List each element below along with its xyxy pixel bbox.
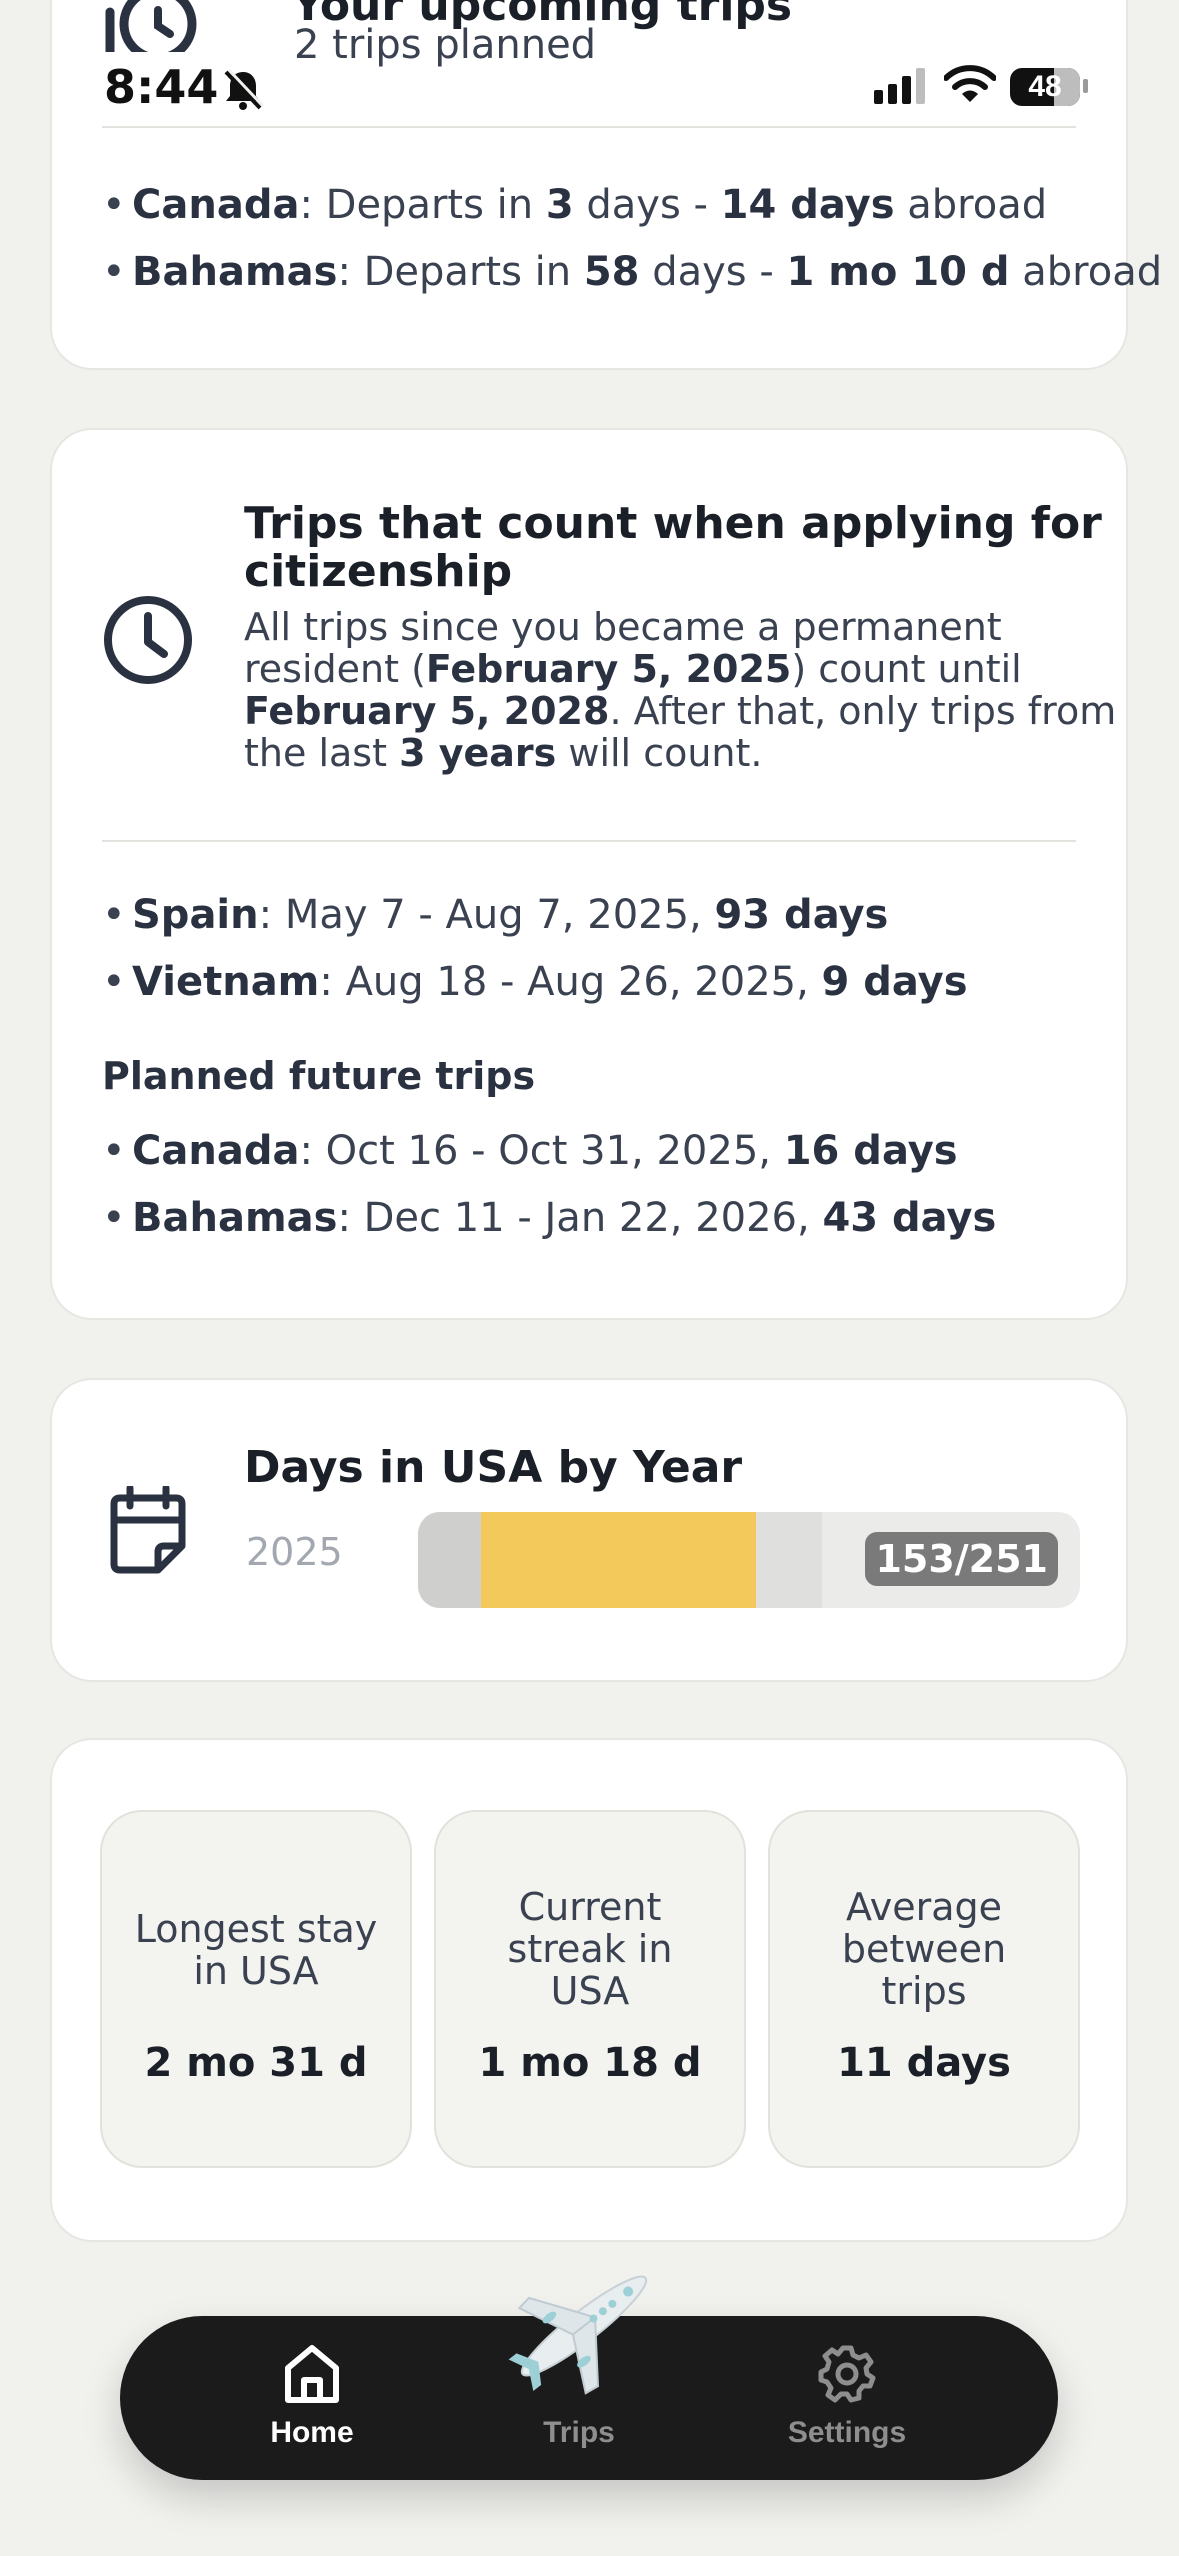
year-label: 2025 xyxy=(246,1530,343,1574)
days-in-usa-card[interactable]: Days in USA by Year 2025 153/251 xyxy=(50,1378,1128,1682)
future-trip-item: • Bahamas: Dec 11 - Jan 22, 2026, 43 days xyxy=(102,1195,997,1241)
nav-trips-label: Trips xyxy=(543,2416,615,2449)
days-count-badge: 153/251 xyxy=(865,1532,1058,1586)
nav-settings[interactable]: Settings xyxy=(747,2316,947,2480)
plane-icon[interactable] xyxy=(500,2246,668,2406)
battery-indicator: 48 xyxy=(1010,68,1080,106)
status-bar: 8:44 48 xyxy=(0,48,1179,128)
nav-home-label: Home xyxy=(270,2416,354,2449)
divider xyxy=(102,840,1076,842)
average-between-trips-stat: Average between trips 11 days xyxy=(768,1810,1080,2168)
citizenship-trips-card[interactable]: Trips that count when applying for citiz… xyxy=(50,428,1128,1320)
in-usa-segment xyxy=(481,1512,756,1608)
past-trip-item: • Vietnam: Aug 18 - Aug 26, 2025, 9 days xyxy=(102,959,968,1005)
current-streak-stat: Current streak in USA 1 mo 18 d xyxy=(434,1810,746,2168)
cellular-signal-icon xyxy=(874,68,925,104)
wifi-icon xyxy=(944,65,996,102)
upcoming-trip-item: • Bahamas: Departs in 58 days - 1 mo 10 d… xyxy=(102,249,1163,295)
abroad-segment xyxy=(418,1512,481,1608)
longest-stay-stat: Longest stay in USA 2 mo 31 d xyxy=(100,1810,412,2168)
days-in-usa-title: Days in USA by Year xyxy=(244,1442,743,1493)
stat-value: 1 mo 18 d xyxy=(478,2040,702,2086)
upcoming-trip-item: • Canada: Departs in 3 days - 14 days abr… xyxy=(102,182,1048,228)
clock-icon xyxy=(104,596,192,684)
status-time: 8:44 xyxy=(104,60,219,114)
year-progress-bar[interactable]: 153/251 xyxy=(418,1512,1080,1608)
citizenship-title: Trips that count when applying for citiz… xyxy=(244,498,1102,597)
past-trip-item: • Spain: May 7 - Aug 7, 2025, 93 days xyxy=(102,892,889,938)
future-trips-heading: Planned future trips xyxy=(102,1054,536,1098)
gear-icon xyxy=(818,2345,876,2403)
clock-history-icon xyxy=(105,0,197,52)
home-icon xyxy=(285,2345,339,2403)
future-trip-item: • Canada: Oct 16 - Oct 31, 2025, 16 days xyxy=(102,1128,958,1174)
stat-value: 11 days xyxy=(837,2040,1011,2086)
stat-value: 2 mo 31 d xyxy=(144,2040,368,2086)
citizenship-description: All trips since you became a permanent r… xyxy=(244,605,1117,775)
calendar-icon xyxy=(110,1486,186,1574)
bell-slash-icon xyxy=(224,68,264,110)
nav-settings-label: Settings xyxy=(787,2416,907,2449)
nav-home[interactable]: Home xyxy=(212,2316,412,2480)
